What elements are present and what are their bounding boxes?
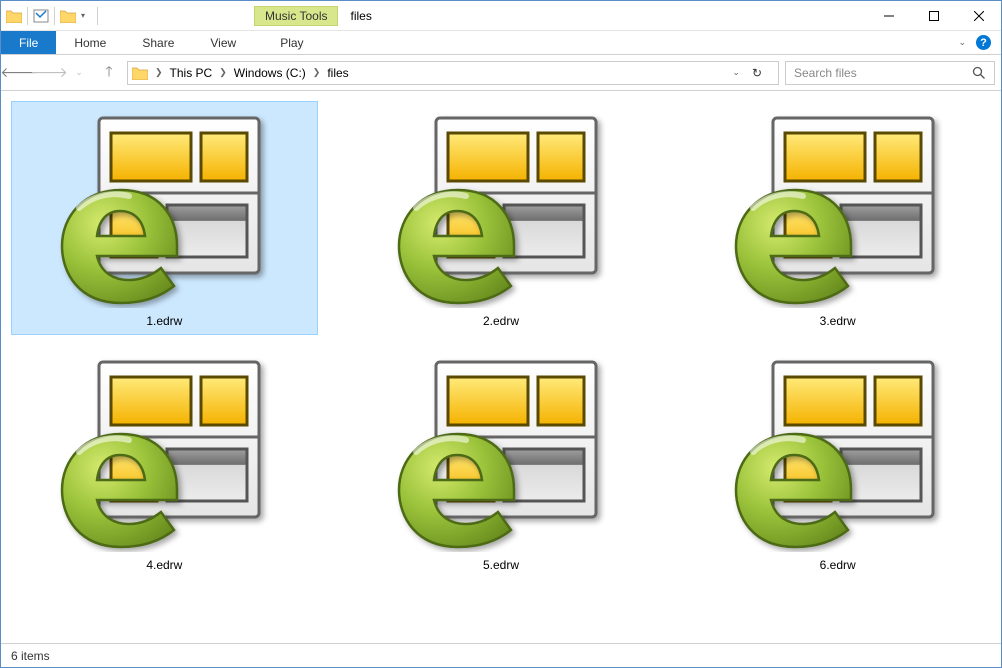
qat-separator <box>54 7 55 25</box>
edrw-file-icon <box>59 108 269 308</box>
maximize-button[interactable] <box>911 1 956 30</box>
breadcrumb-segment[interactable]: This PC <box>168 66 215 80</box>
item-count: 6 items <box>11 649 50 663</box>
edrw-file-icon <box>733 352 943 552</box>
back-button[interactable]: 🡐 <box>7 61 31 85</box>
chevron-right-icon[interactable]: ❯ <box>150 67 168 78</box>
file-name: 6.edrw <box>820 558 856 572</box>
edrw-file-icon <box>396 352 606 552</box>
window-controls <box>866 1 1001 30</box>
properties-icon[interactable] <box>32 7 50 25</box>
file-item[interactable]: 2.edrw <box>348 101 655 335</box>
navbar: 🡐 🡒 ⌄ 🡑 ❯ This PC ❯ Windows (C:) ❯ files… <box>1 55 1001 91</box>
quick-access-toolbar: ▾ <box>1 7 104 25</box>
view-tab[interactable]: View <box>192 31 254 54</box>
window-title: files <box>338 9 866 23</box>
file-name: 5.edrw <box>483 558 519 572</box>
file-item[interactable]: 5.edrw <box>348 345 655 579</box>
breadcrumb-segment[interactable]: Windows (C:) <box>232 66 308 80</box>
edrw-file-icon <box>396 108 606 308</box>
file-name: 1.edrw <box>146 314 182 328</box>
file-name: 3.edrw <box>820 314 856 328</box>
breadcrumb-segment[interactable]: files <box>325 66 350 80</box>
address-right: ⌄ ↻ <box>732 66 776 80</box>
file-name: 4.edrw <box>146 558 182 572</box>
file-item[interactable]: 1.edrw <box>11 101 318 335</box>
search-input[interactable]: Search files <box>785 61 995 85</box>
address-bar[interactable]: ❯ This PC ❯ Windows (C:) ❯ files ⌄ ↻ <box>127 61 779 85</box>
music-tools-tab[interactable]: Music Tools <box>254 6 338 26</box>
file-grid: 1.edrw 2.edrw 3.edrw 4.edrw 5.edrw 6.edr… <box>1 91 1001 643</box>
share-tab[interactable]: Share <box>124 31 192 54</box>
qat-separator <box>27 7 28 25</box>
help-icon[interactable]: ? <box>976 35 991 50</box>
chevron-right-icon[interactable]: ❯ <box>308 67 326 78</box>
file-item[interactable]: 6.edrw <box>684 345 991 579</box>
file-name: 2.edrw <box>483 314 519 328</box>
chevron-right-icon[interactable]: ❯ <box>214 67 232 78</box>
forward-button[interactable]: 🡒 <box>37 61 61 85</box>
statusbar: 6 items <box>1 643 1001 667</box>
folder-icon[interactable] <box>130 66 150 80</box>
ribbon-right: ⌄ ? <box>958 31 1001 54</box>
chevron-down-icon[interactable]: ⌄ <box>732 67 740 78</box>
qat-separator <box>97 7 98 25</box>
edrw-file-icon <box>59 352 269 552</box>
file-tab[interactable]: File <box>1 31 56 54</box>
home-tab[interactable]: Home <box>56 31 124 54</box>
ribbon-tabs: File Home Share View Play ⌄ ? <box>1 31 1001 55</box>
minimize-button[interactable] <box>866 1 911 30</box>
search-placeholder: Search files <box>794 66 857 80</box>
play-tab[interactable]: Play <box>262 31 321 54</box>
qat-dropdown-icon[interactable]: ▾ <box>81 11 85 20</box>
folder-icon[interactable] <box>59 7 77 25</box>
up-button[interactable]: 🡑 <box>97 61 121 85</box>
search-icon[interactable] <box>972 66 986 80</box>
file-item[interactable]: 3.edrw <box>684 101 991 335</box>
ribbon-collapse-icon[interactable]: ⌄ <box>958 37 966 48</box>
folder-icon[interactable] <box>5 7 23 25</box>
titlebar: ▾ Music Tools files <box>1 1 1001 31</box>
edrw-file-icon <box>733 108 943 308</box>
recent-dropdown-icon[interactable]: ⌄ <box>67 61 91 85</box>
close-button[interactable] <box>956 1 1001 30</box>
refresh-icon[interactable]: ↻ <box>746 66 768 80</box>
file-item[interactable]: 4.edrw <box>11 345 318 579</box>
